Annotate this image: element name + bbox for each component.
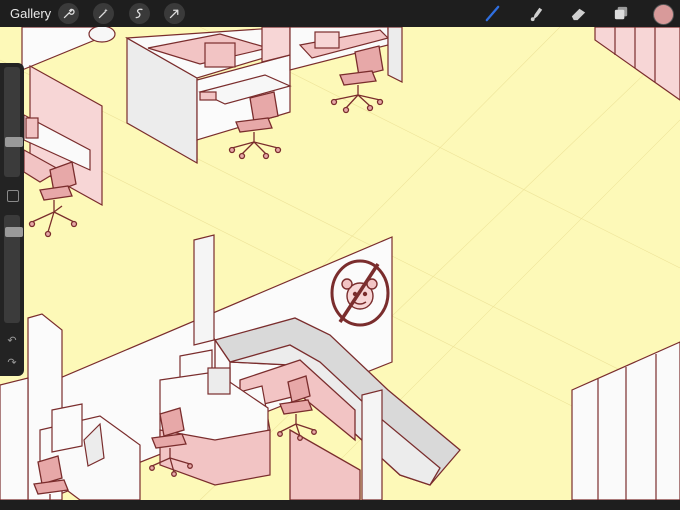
no-entry-sign: [330, 259, 390, 327]
smudge-icon: [530, 7, 543, 22]
gallery-button[interactable]: Gallery: [10, 6, 51, 21]
redo-icon: ↷: [7, 355, 17, 369]
drawing-canvas[interactable]: [0, 0, 680, 510]
smudge-tool-button[interactable]: [526, 3, 547, 24]
brush-icon: [485, 5, 500, 22]
bottom-bar: [0, 500, 680, 510]
opacity-slider[interactable]: [4, 215, 23, 323]
selection-icon: [135, 8, 143, 19]
adjustments-button[interactable]: [93, 3, 114, 24]
brush-size-thumb[interactable]: [5, 137, 23, 147]
layers-button[interactable]: [611, 3, 632, 24]
undo-icon: ↶: [7, 333, 17, 347]
opacity-thumb[interactable]: [5, 227, 23, 237]
modify-button[interactable]: [7, 190, 19, 202]
left-sidebar: ↶ ↷: [0, 63, 24, 376]
brush-size-slider[interactable]: [4, 67, 23, 177]
magic-wand-icon: [98, 8, 108, 19]
eraser-tool-button[interactable]: [568, 3, 589, 24]
redo-button[interactable]: ↷: [4, 355, 20, 369]
actions-button[interactable]: [58, 3, 79, 24]
color-swatch[interactable]: [653, 4, 674, 25]
transform-button[interactable]: [164, 3, 185, 24]
selection-button[interactable]: [129, 3, 150, 24]
undo-button[interactable]: ↶: [4, 333, 20, 347]
eraser-icon: [571, 8, 586, 21]
wrench-icon: [63, 8, 75, 19]
top-toolbar: Gallery: [0, 0, 680, 27]
pillar-counter: [361, 389, 383, 501]
transform-arrow-icon: [169, 9, 179, 19]
brush-tool-button[interactable]: [482, 3, 503, 24]
layers-icon: [614, 6, 628, 20]
